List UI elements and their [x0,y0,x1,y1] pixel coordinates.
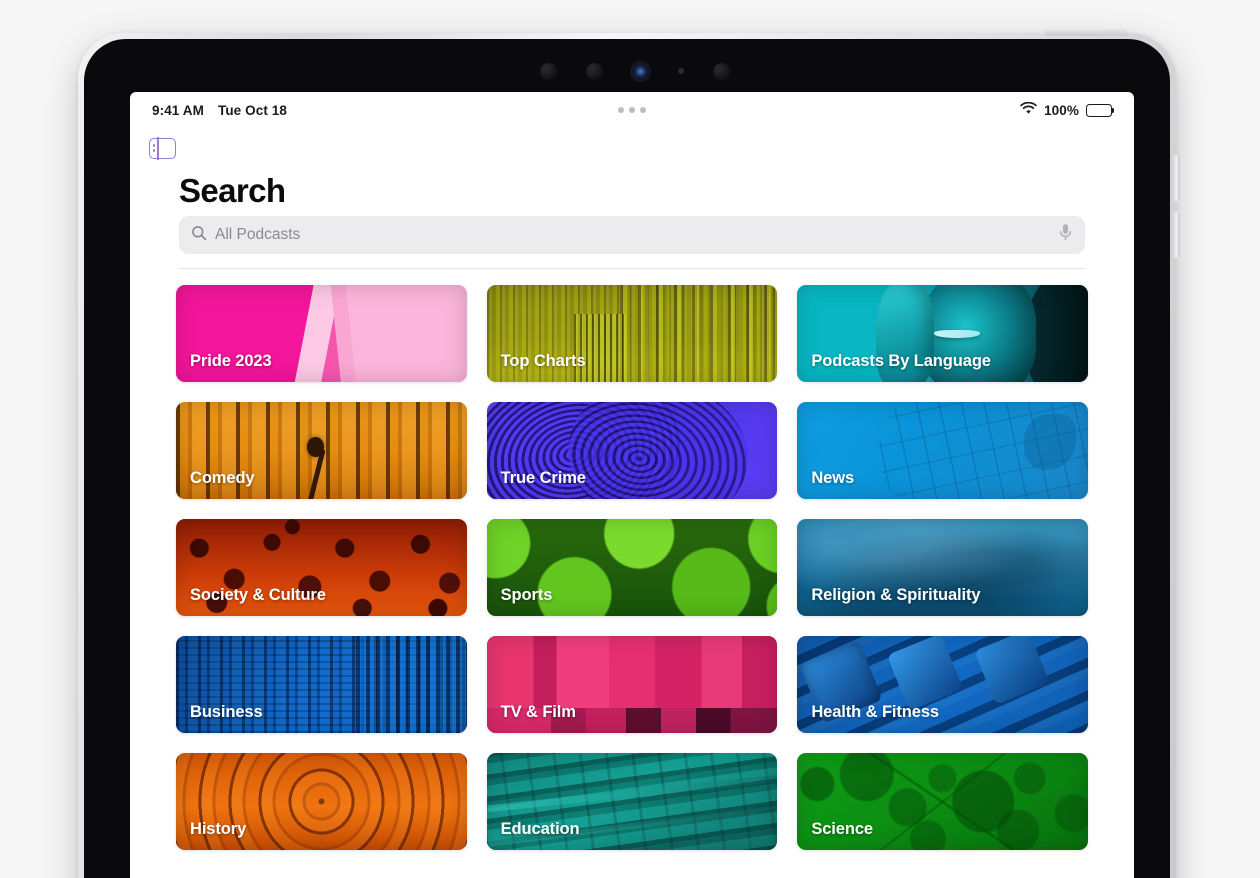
volume-down-button[interactable] [1173,212,1180,258]
category-card-label: Education [500,820,580,838]
wifi-icon [1020,101,1037,118]
category-card-label: True Crime [500,469,586,487]
page-title: Search [179,172,286,209]
screenshot-stage: 9:41 AM Tue Oct 18 100% Search All Podca… [0,0,1260,878]
category-card-top-charts[interactable]: Top Charts [486,285,778,382]
category-grid: Pride 2023 Top Charts Podcasts By Langua… [176,285,1088,850]
category-card-pride-2023[interactable]: Pride 2023 [176,285,467,382]
category-card-science[interactable]: Science [797,753,1088,850]
category-card-label: News [811,469,855,487]
search-icon [191,225,207,246]
status-bar: 9:41 AM Tue Oct 18 100% [130,92,1134,128]
face-id-sensor-icon [713,62,730,80]
status-bar-right: 100% [1020,101,1115,118]
search-input[interactable]: All Podcasts [179,216,1085,254]
search-placeholder-text: All Podcasts [215,226,301,243]
camera-sensor-icon [586,62,603,80]
ambient-light-sensor-icon [678,68,684,74]
category-card-label: Business [190,703,263,721]
category-card-comedy[interactable]: Comedy [176,402,467,499]
category-card-podcasts-by-language[interactable]: Podcasts By Language [797,285,1088,382]
category-card-label: Science [811,820,874,838]
sidebar-toggle-icon[interactable] [149,137,176,160]
ipad-screen: 9:41 AM Tue Oct 18 100% Search All Podca… [130,92,1134,878]
category-card-sports[interactable]: Sports [486,519,778,616]
category-card-true-crime[interactable]: True Crime [486,402,778,499]
category-card-education[interactable]: Education [486,753,778,850]
category-card-label: Sports [500,586,553,604]
camera-sensor-icon [540,62,557,80]
category-card-label: TV & Film [500,703,576,721]
content-divider [179,268,1085,269]
category-card-label: History [190,820,247,838]
battery-icon [1086,103,1115,117]
category-card-label: Society & Culture [190,586,326,604]
category-card-religion-and-spirituality[interactable]: Religion & Spirituality [797,519,1088,616]
category-card-label: Religion & Spirituality [811,586,981,604]
status-time: 9:41 AM [152,102,204,118]
podcasts-app-content: Search All Podcasts Pride 2023 Top Chart… [130,128,1134,878]
microphone-icon[interactable] [1058,223,1073,247]
category-card-health-and-fitness[interactable]: Health & Fitness [797,636,1088,733]
category-card-label: Pride 2023 [190,352,272,370]
category-card-news[interactable]: News [797,402,1088,499]
category-card-business[interactable]: Business [176,636,467,733]
category-card-label: Comedy [190,469,255,487]
category-card-label: Podcasts By Language [811,352,991,370]
volume-up-button[interactable] [1173,155,1180,201]
category-card-history[interactable]: History [176,753,467,850]
category-card-tv-and-film[interactable]: TV & Film [486,636,778,733]
front-camera-lens-icon [632,62,649,80]
status-date: Tue Oct 18 [217,102,287,118]
category-card-label: Top Charts [500,352,586,370]
battery-percent-label: 100% [1044,102,1079,118]
status-bar-left: 9:41 AM Tue Oct 18 [152,103,287,118]
category-card-society-and-culture[interactable]: Society & Culture [176,519,467,616]
front-camera-array [540,58,730,84]
power-button[interactable] [1045,29,1127,36]
category-card-label: Health & Fitness [811,703,940,721]
multitasking-controls-icon[interactable] [618,107,646,113]
